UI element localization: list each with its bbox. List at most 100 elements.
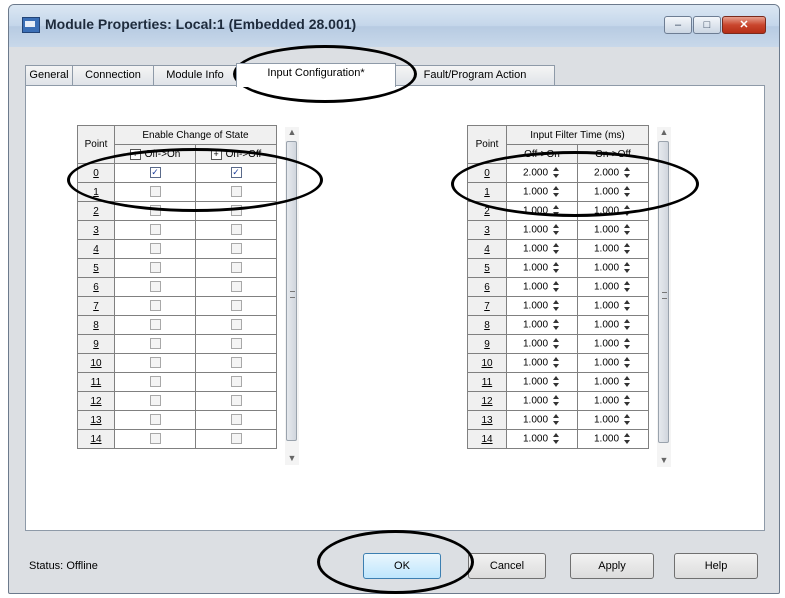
cos-on-off-checkbox[interactable]: [230, 376, 242, 388]
tab-module-info[interactable]: Module Info: [153, 65, 237, 85]
filter-off-on-cell[interactable]: 1.000: [506, 258, 578, 278]
filter-value[interactable]: 1.000: [594, 244, 619, 255]
spinner-icon[interactable]: [552, 375, 561, 389]
spinner-icon[interactable]: [623, 204, 632, 218]
scroll-down-icon[interactable]: ▼: [285, 453, 299, 465]
filter-on-off-cell[interactable]: 1.000: [577, 182, 649, 202]
filter-value[interactable]: 1.000: [523, 244, 548, 255]
spinner-icon[interactable]: [552, 261, 561, 275]
cos-on-off-checkbox[interactable]: [230, 262, 242, 274]
cos-off-on-checkbox[interactable]: [149, 414, 161, 426]
spinner-icon[interactable]: [552, 204, 561, 218]
filter-on-off-cell[interactable]: 1.000: [577, 429, 649, 449]
expand-icon[interactable]: +: [210, 148, 222, 160]
spinner-icon[interactable]: [623, 280, 632, 294]
cos-off-on-checkbox[interactable]: [149, 319, 161, 331]
filter-value[interactable]: 1.000: [594, 434, 619, 445]
cos-on-off-checkbox[interactable]: [230, 281, 242, 293]
spinner-icon[interactable]: [623, 337, 632, 351]
scroll-thumb[interactable]: [286, 141, 297, 441]
filter-on-off-cell[interactable]: 1.000: [577, 220, 649, 240]
spinner-icon[interactable]: [552, 337, 561, 351]
cos-off-on-checkbox[interactable]: [149, 224, 161, 236]
filter-value[interactable]: 1.000: [594, 358, 619, 369]
filter-value[interactable]: 1.000: [594, 396, 619, 407]
cos-off-on-checkbox[interactable]: ✓: [149, 167, 161, 179]
cos-on-off-checkbox[interactable]: [230, 243, 242, 255]
cos-off-on-checkbox[interactable]: [149, 262, 161, 274]
filter-value[interactable]: 1.000: [594, 301, 619, 312]
spinner-icon[interactable]: [623, 223, 632, 237]
filter-value[interactable]: 1.000: [594, 320, 619, 331]
scroll-up-icon[interactable]: ▲: [285, 127, 299, 139]
spinner-icon[interactable]: [552, 356, 561, 370]
filter-on-off-cell[interactable]: 1.000: [577, 315, 649, 335]
filter-value[interactable]: 1.000: [523, 187, 548, 198]
filter-off-on-cell[interactable]: 1.000: [506, 182, 578, 202]
cos-on-off-checkbox[interactable]: [230, 300, 242, 312]
filter-off-on-cell[interactable]: 1.000: [506, 220, 578, 240]
cos-off-on-checkbox[interactable]: [149, 281, 161, 293]
filter-off-on-cell[interactable]: 1.000: [506, 353, 578, 373]
spinner-icon[interactable]: [552, 280, 561, 294]
cos-on-off-checkbox[interactable]: ✓: [230, 167, 242, 179]
filter-on-off-cell[interactable]: 1.000: [577, 334, 649, 354]
spinner-icon[interactable]: [623, 375, 632, 389]
filter-off-on-cell[interactable]: 1.000: [506, 334, 578, 354]
spinner-icon[interactable]: [552, 318, 561, 332]
expand-icon[interactable]: +: [129, 148, 141, 160]
filter-on-off-cell[interactable]: 2.000: [577, 163, 649, 183]
tab-fault-program-action[interactable]: Fault/Program Action: [395, 65, 555, 85]
spinner-icon[interactable]: [552, 394, 561, 408]
spinner-icon[interactable]: [552, 166, 561, 180]
filter-value[interactable]: 1.000: [523, 225, 548, 236]
filter-on-off-cell[interactable]: 1.000: [577, 277, 649, 297]
cos-on-off-checkbox[interactable]: [230, 319, 242, 331]
filter-off-on-cell[interactable]: 1.000: [506, 429, 578, 449]
filter-value[interactable]: 2.000: [594, 168, 619, 179]
filter-on-off-cell[interactable]: 1.000: [577, 391, 649, 411]
filter-value[interactable]: 1.000: [523, 301, 548, 312]
filter-value[interactable]: 1.000: [523, 206, 548, 217]
filter-value[interactable]: 1.000: [594, 377, 619, 388]
cos-off-on-checkbox[interactable]: [149, 300, 161, 312]
spinner-icon[interactable]: [623, 242, 632, 256]
spinner-icon[interactable]: [623, 432, 632, 446]
filter-value[interactable]: 1.000: [594, 282, 619, 293]
filter-value[interactable]: 1.000: [523, 377, 548, 388]
filter-off-on-cell[interactable]: 1.000: [506, 239, 578, 259]
filter-value[interactable]: 1.000: [523, 320, 548, 331]
cos-off-on-checkbox[interactable]: [149, 433, 161, 445]
apply-button[interactable]: Apply: [570, 553, 654, 579]
tab-input-configuration[interactable]: Input Configuration*: [236, 63, 396, 87]
filter-on-off-cell[interactable]: 1.000: [577, 372, 649, 392]
filter-off-on-cell[interactable]: 1.000: [506, 391, 578, 411]
maximize-button[interactable]: □: [693, 16, 721, 34]
filter-value[interactable]: 1.000: [523, 396, 548, 407]
cos-off-on-checkbox[interactable]: [149, 357, 161, 369]
spinner-icon[interactable]: [552, 299, 561, 313]
filter-off-on-cell[interactable]: 1.000: [506, 201, 578, 221]
cos-off-on-checkbox[interactable]: [149, 186, 161, 198]
spinner-icon[interactable]: [623, 166, 632, 180]
cos-off-on-header[interactable]: + Off->On: [114, 144, 196, 164]
filter-value[interactable]: 1.000: [594, 187, 619, 198]
filter-on-off-cell[interactable]: 1.000: [577, 201, 649, 221]
filter-off-on-cell[interactable]: 2.000: [506, 163, 578, 183]
filter-value[interactable]: 1.000: [594, 263, 619, 274]
ok-button[interactable]: OK: [363, 553, 441, 579]
tab-connection[interactable]: Connection: [72, 65, 154, 85]
filter-value[interactable]: 1.000: [594, 206, 619, 217]
filter-off-on-cell[interactable]: 1.000: [506, 315, 578, 335]
cos-on-off-checkbox[interactable]: [230, 414, 242, 426]
filter-value[interactable]: 1.000: [523, 358, 548, 369]
filter-value[interactable]: 1.000: [594, 225, 619, 236]
spinner-icon[interactable]: [552, 242, 561, 256]
title-bar[interactable]: Module Properties: Local:1 (Embedded 28.…: [9, 5, 779, 47]
filter-on-off-cell[interactable]: 1.000: [577, 410, 649, 430]
cancel-button[interactable]: Cancel: [468, 553, 546, 579]
cos-on-off-checkbox[interactable]: [230, 395, 242, 407]
close-button[interactable]: ✕: [722, 16, 766, 34]
cos-on-off-checkbox[interactable]: [230, 224, 242, 236]
spinner-icon[interactable]: [623, 261, 632, 275]
